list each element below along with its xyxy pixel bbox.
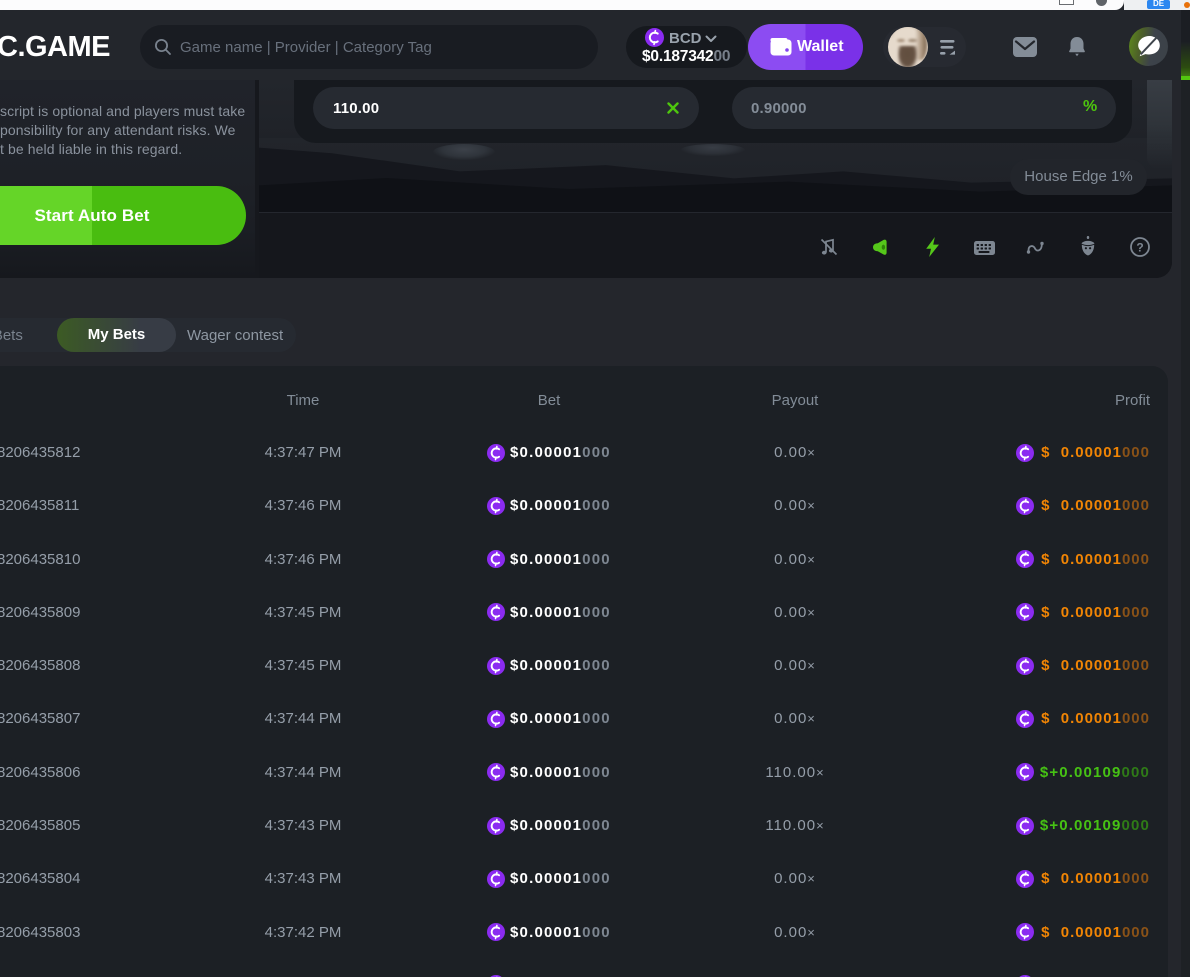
svg-text:?: ? [1136, 240, 1143, 254]
